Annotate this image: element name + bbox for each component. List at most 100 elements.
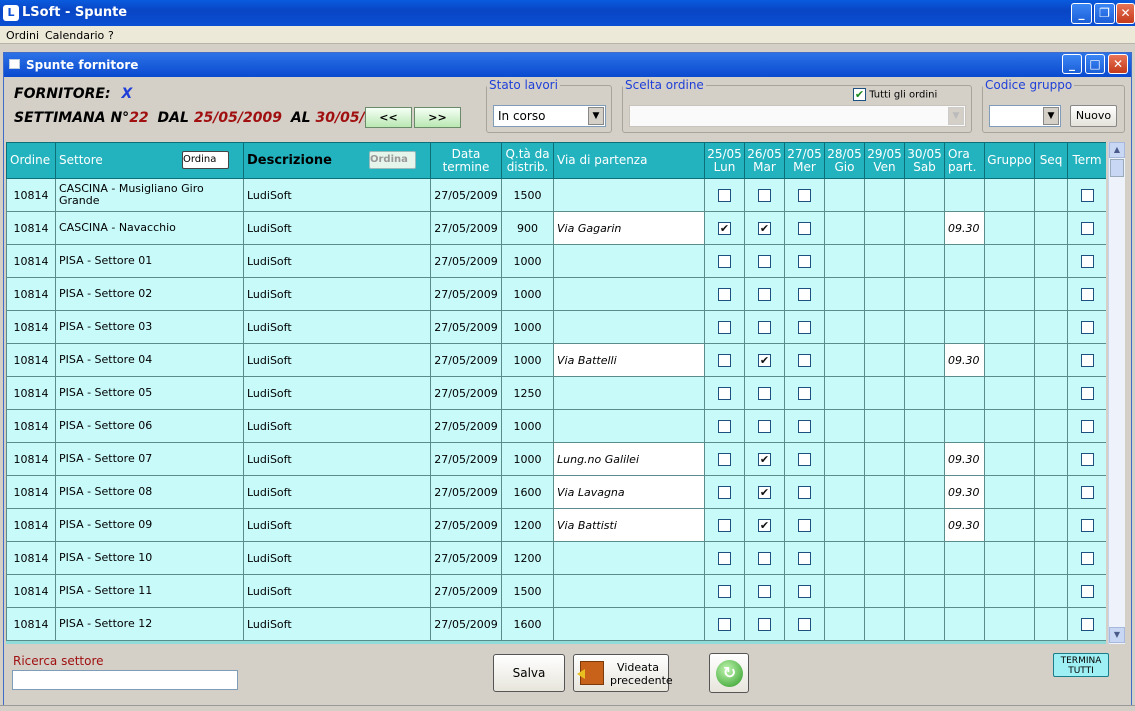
cell-ora[interactable] (944, 277, 985, 311)
tutti-ordini-toggle[interactable]: ✔ Tutti gli ordini (853, 88, 937, 101)
cell-via[interactable]: Via Battisti (553, 508, 705, 542)
cell-ora[interactable]: 09.30 (944, 508, 985, 542)
cell-via[interactable]: Lung.no Galilei (553, 442, 705, 476)
term-checkbox[interactable] (1080, 419, 1094, 433)
table-row[interactable]: 10814 PISA - Settore 11 LudiSoft 27/05/2009… (6, 574, 1106, 608)
term-checkbox[interactable] (1080, 254, 1094, 268)
term-checkbox[interactable] (1080, 617, 1094, 631)
cell-via[interactable] (553, 376, 705, 410)
window-close-icon[interactable]: ✕ (1108, 54, 1128, 74)
day-checkbox[interactable]: ✔ (718, 221, 731, 235)
day-checkbox[interactable] (798, 419, 811, 433)
term-checkbox[interactable] (1080, 353, 1094, 367)
day-checkbox[interactable] (718, 584, 731, 598)
scroll-up-icon[interactable]: ▲ (1109, 142, 1125, 158)
term-checkbox[interactable] (1080, 551, 1094, 565)
scroll-thumb[interactable] (1110, 159, 1124, 177)
day-checkbox[interactable] (718, 386, 731, 400)
minimize-icon[interactable]: _ (1071, 3, 1092, 24)
chevron-down-icon[interactable]: ▼ (948, 107, 964, 125)
day-checkbox[interactable] (718, 188, 731, 202)
day-checkbox[interactable] (718, 518, 731, 532)
day-checkbox[interactable] (718, 353, 731, 367)
day-checkbox[interactable]: ✔ (758, 485, 771, 499)
cell-via[interactable] (553, 244, 705, 278)
tutti-ordini-checkbox[interactable]: ✔ (853, 88, 866, 101)
term-checkbox[interactable] (1080, 386, 1094, 400)
ricerca-settore-input[interactable] (12, 670, 238, 690)
codice-gruppo-select[interactable]: ▼ (989, 105, 1061, 127)
table-row[interactable]: 10814 PISA - Settore 09 LudiSoft 27/05/2009… (6, 508, 1106, 542)
cell-ora[interactable]: 09.30 (944, 442, 985, 476)
scroll-down-icon[interactable]: ▼ (1109, 627, 1125, 643)
cell-ora[interactable] (944, 310, 985, 344)
table-row[interactable]: 10814 PISA - Settore 12 LudiSoft 27/05/2009… (6, 607, 1106, 641)
day-checkbox[interactable]: ✔ (758, 518, 771, 532)
day-checkbox[interactable] (798, 287, 811, 301)
cell-via[interactable] (553, 178, 705, 212)
cell-ora[interactable]: 09.30 (944, 343, 985, 377)
cell-via[interactable]: Via Gagarin (553, 211, 705, 245)
cell-ora[interactable]: 09.30 (944, 475, 985, 509)
cell-via[interactable] (553, 277, 705, 311)
cell-ora[interactable]: 09.30 (944, 211, 985, 245)
ordina-settore-button[interactable]: Ordina (182, 151, 229, 169)
day-checkbox[interactable] (758, 254, 771, 268)
cell-via[interactable] (553, 607, 705, 641)
close-icon[interactable]: ✕ (1116, 3, 1135, 24)
window-minimize-icon[interactable]: _ (1062, 54, 1082, 74)
day-checkbox[interactable] (718, 452, 731, 466)
table-row[interactable]: 10814 PISA - Settore 04 LudiSoft 27/05/2009… (6, 343, 1106, 377)
day-checkbox[interactable] (798, 254, 811, 268)
day-checkbox[interactable] (718, 254, 731, 268)
table-row[interactable]: 10814 PISA - Settore 02 LudiSoft 27/05/2009… (6, 277, 1106, 311)
table-row[interactable]: 10814 CASCINA - Navacchio LudiSoft 27/05/20… (6, 211, 1106, 245)
day-checkbox[interactable]: ✔ (758, 221, 771, 235)
day-checkbox[interactable] (718, 551, 731, 565)
day-checkbox[interactable] (798, 320, 811, 334)
day-checkbox[interactable] (798, 353, 811, 367)
day-checkbox[interactable] (718, 287, 731, 301)
day-checkbox[interactable] (798, 617, 811, 631)
termina-tutti-button[interactable]: TERMINA TUTTI (1053, 653, 1109, 677)
day-checkbox[interactable] (718, 485, 731, 499)
cell-ora[interactable] (944, 376, 985, 410)
term-checkbox[interactable] (1080, 518, 1094, 532)
term-checkbox[interactable] (1080, 452, 1094, 466)
table-row[interactable]: 10814 PISA - Settore 01 LudiSoft 27/05/2009… (6, 244, 1106, 278)
menu-help[interactable]: ? (108, 29, 114, 42)
cell-via[interactable]: Via Battelli (553, 343, 705, 377)
term-checkbox[interactable] (1080, 320, 1094, 334)
table-row[interactable]: 10814 PISA - Settore 05 LudiSoft 27/05/2009… (6, 376, 1106, 410)
videata-precedente-button[interactable]: Videata precedente (573, 654, 673, 692)
term-checkbox[interactable] (1080, 188, 1094, 202)
cell-ora[interactable] (944, 541, 985, 575)
cell-via[interactable] (553, 574, 705, 608)
term-checkbox[interactable] (1080, 485, 1094, 499)
day-checkbox[interactable] (758, 419, 771, 433)
cell-ora[interactable] (944, 244, 985, 278)
nuovo-button[interactable]: Nuovo (1070, 105, 1117, 127)
stato-lavori-select[interactable]: In corso ▼ (493, 105, 606, 127)
table-row[interactable]: 10814 CASCINA - Musigliano Giro Grande Lud… (6, 178, 1106, 212)
cell-via[interactable] (553, 541, 705, 575)
cell-via[interactable] (553, 310, 705, 344)
table-row[interactable]: 10814 PISA - Settore 03 LudiSoft 27/05/2009… (6, 310, 1106, 344)
day-checkbox[interactable] (798, 221, 811, 235)
cell-ora[interactable] (944, 574, 985, 608)
term-checkbox[interactable] (1080, 221, 1094, 235)
day-checkbox[interactable] (718, 419, 731, 433)
table-row[interactable]: 10814 PISA - Settore 06 LudiSoft 27/05/2009… (6, 409, 1106, 443)
table-row[interactable]: 10814 PISA - Settore 08 LudiSoft 27/05/2009… (6, 475, 1106, 509)
day-checkbox[interactable]: ✔ (758, 452, 771, 466)
scelta-ordine-select[interactable]: ▼ (629, 105, 966, 127)
day-checkbox[interactable] (758, 188, 771, 202)
refresh-button[interactable]: ↻ (709, 653, 749, 693)
restore-icon[interactable]: ❐ (1094, 3, 1115, 24)
chevron-down-icon[interactable]: ▼ (588, 107, 604, 125)
cell-via[interactable]: Via Lavagna (553, 475, 705, 509)
day-checkbox[interactable]: ✔ (758, 353, 771, 367)
day-checkbox[interactable] (758, 551, 771, 565)
day-checkbox[interactable] (718, 617, 731, 631)
table-row[interactable]: 10814 PISA - Settore 10 LudiSoft 27/05/2009… (6, 541, 1106, 575)
